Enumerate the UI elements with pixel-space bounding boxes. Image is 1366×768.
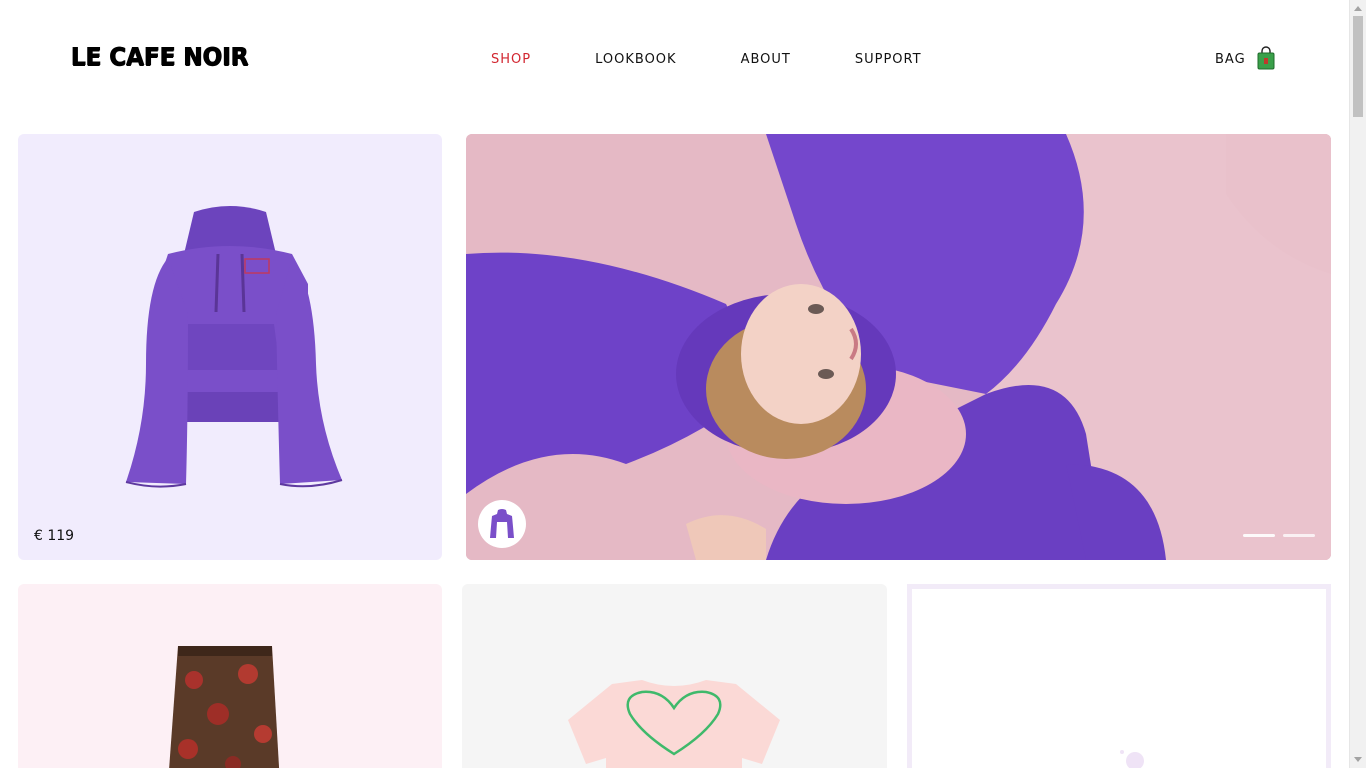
hoodie-image xyxy=(125,206,343,488)
scrollbar[interactable] xyxy=(1349,0,1366,768)
promo-card[interactable] xyxy=(907,584,1331,768)
carousel-dot-2[interactable] xyxy=(1283,534,1315,537)
hoodie-thumbnail-icon xyxy=(490,509,514,538)
scroll-up-icon[interactable] xyxy=(1354,6,1362,11)
product-card-skirt[interactable] xyxy=(18,584,442,768)
promo-decoration xyxy=(1120,750,1144,768)
nav-shop[interactable]: SHOP xyxy=(491,52,531,67)
main-nav: SHOP LOOKBOOK ABOUT SUPPORT xyxy=(491,52,986,67)
bag-label: BAG xyxy=(1215,52,1246,67)
brand-logo[interactable]: LE CAFE NOIR xyxy=(71,42,249,71)
skirt-image xyxy=(169,646,280,768)
nav-support[interactable]: SUPPORT xyxy=(855,52,922,67)
hero-image xyxy=(466,134,1331,560)
scroll-down-icon[interactable] xyxy=(1354,757,1362,762)
carousel-dot-1[interactable] xyxy=(1243,534,1275,537)
shopping-bag-icon xyxy=(1256,46,1276,70)
bag-button[interactable]: BAG xyxy=(1215,46,1276,70)
tshirt-image xyxy=(568,680,780,768)
scrollbar-thumb[interactable] xyxy=(1353,16,1363,117)
product-price: € 119 xyxy=(34,528,75,544)
nav-lookbook[interactable]: LOOKBOOK xyxy=(595,52,676,67)
nav-about[interactable]: ABOUT xyxy=(741,52,791,67)
hero-product-thumbnail[interactable] xyxy=(478,500,526,548)
hero-carousel[interactable] xyxy=(466,134,1331,560)
product-card-hoodie[interactable]: € 119 xyxy=(18,134,442,560)
product-card-tshirt[interactable] xyxy=(462,584,887,768)
carousel-indicators xyxy=(1235,534,1315,537)
page: LE CAFE NOIR SHOP LOOKBOOK ABOUT SUPPORT… xyxy=(0,0,1366,768)
